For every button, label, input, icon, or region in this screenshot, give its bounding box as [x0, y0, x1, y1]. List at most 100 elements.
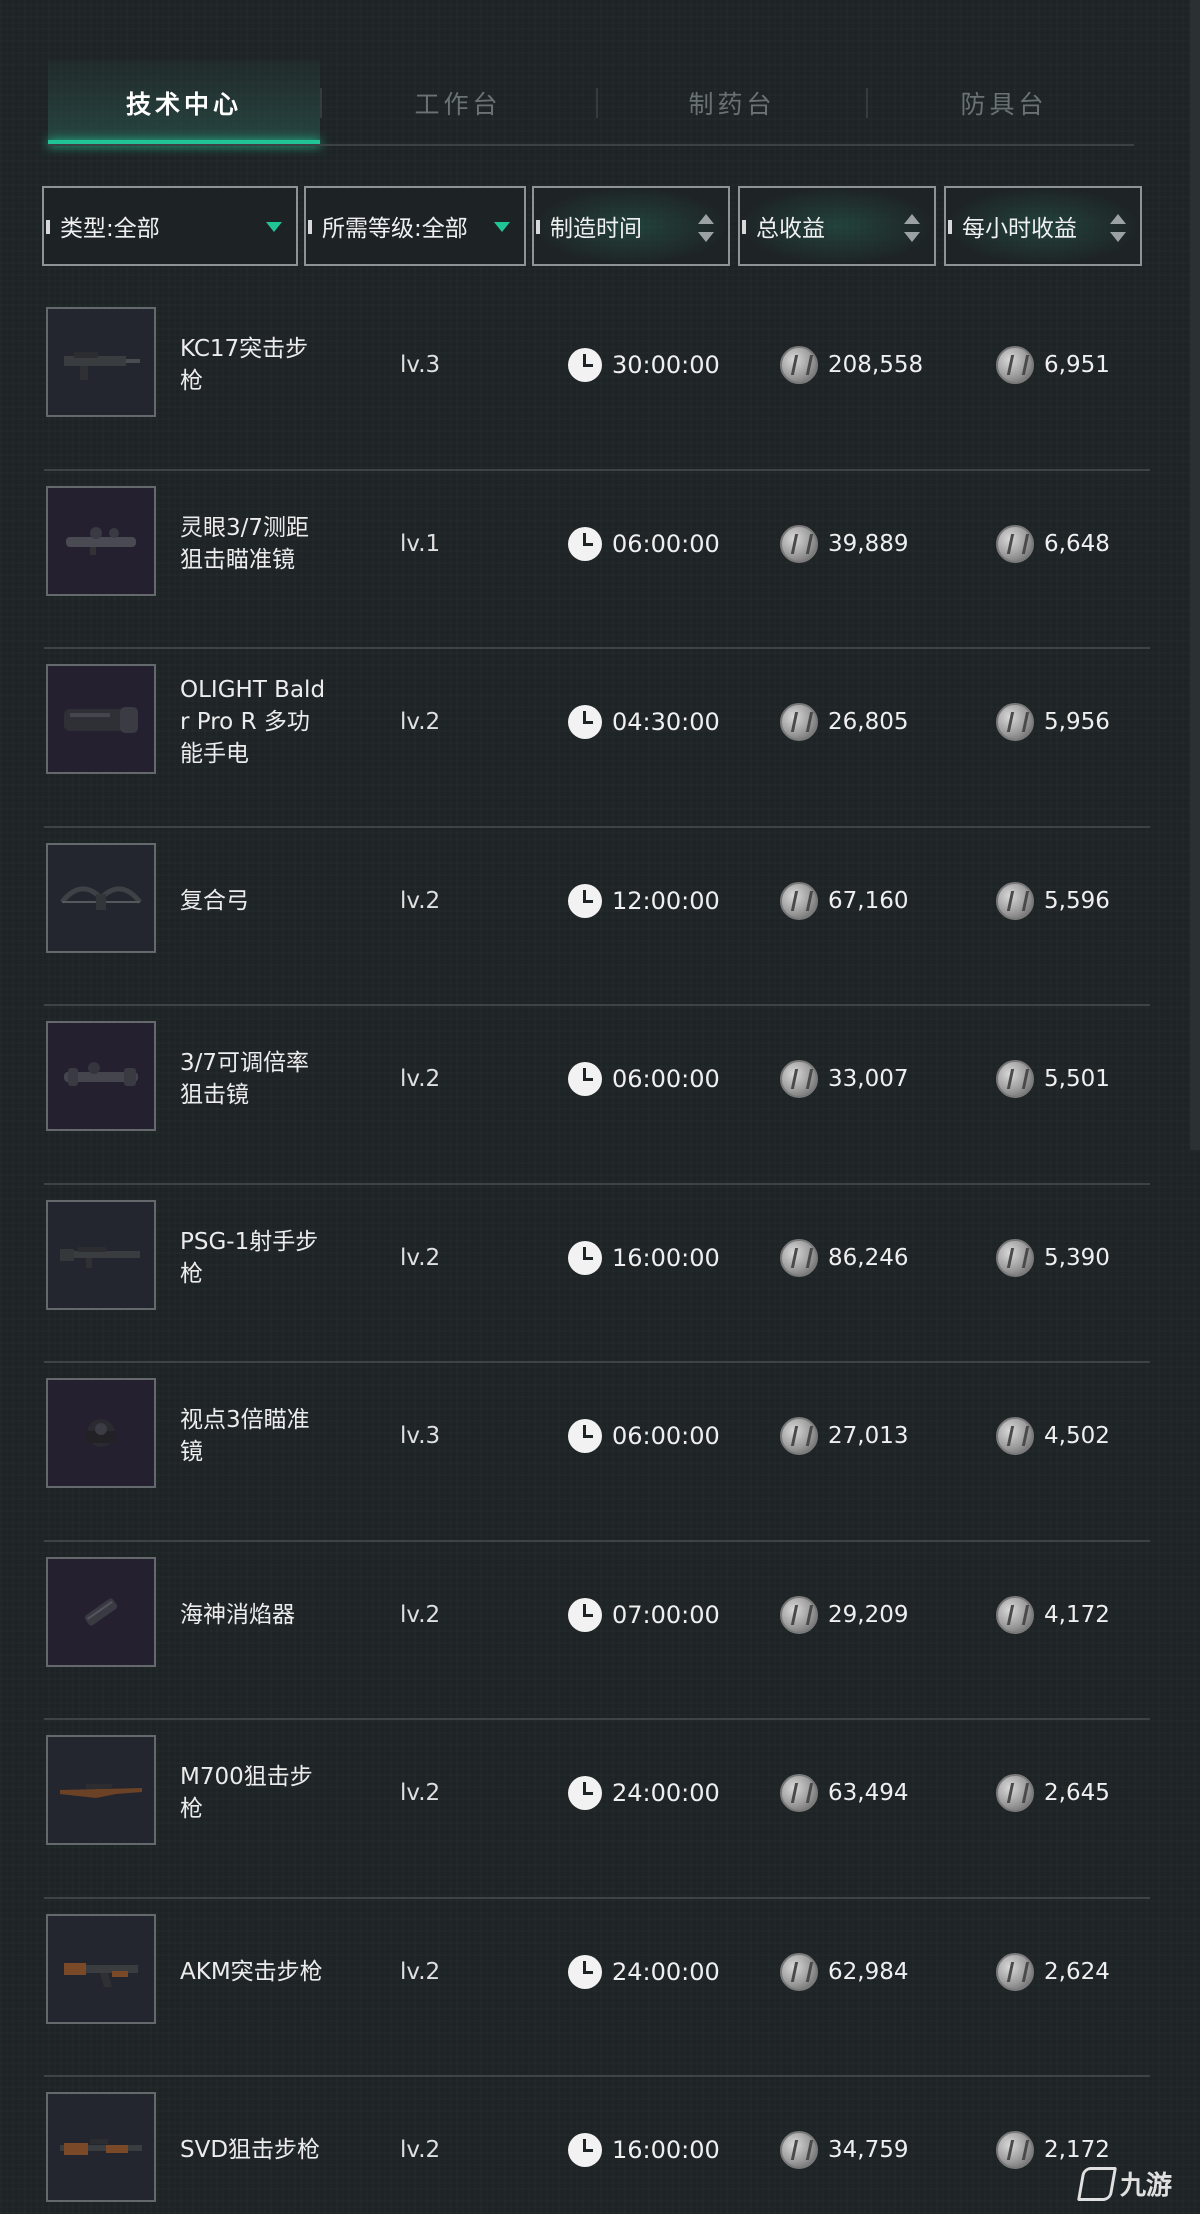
tab-tech-center[interactable]: 技术中心: [48, 60, 320, 146]
item-level: lv.2: [400, 1958, 441, 1985]
hourly-income-value: 2,645: [1044, 1780, 1110, 1806]
filter-marker: [948, 220, 952, 234]
coin-icon: [996, 1595, 1034, 1634]
craft-time: 07:00:00: [568, 1542, 720, 1688]
brand-logo-icon: [1076, 2166, 1117, 2201]
tab-bar: 技术中心 工作台 制药台 防具台: [48, 60, 1134, 146]
hourly-income: 4,172: [996, 1542, 1110, 1688]
craft-time-value: 06:00:00: [612, 1065, 720, 1093]
craft-time: 12:00:00: [568, 828, 720, 974]
list-item[interactable]: 3/7可调倍率狙击镜 lv.2 06:00:00 33,007 5,501: [44, 1006, 1150, 1185]
scope-icon: [66, 526, 136, 555]
craft-time: 24:00:00: [568, 1899, 720, 2045]
item-thumbnail: [46, 1735, 156, 1845]
hourly-income: 2,645: [996, 1720, 1110, 1866]
tab-armor-bench[interactable]: 防具台: [868, 60, 1140, 146]
craft-time-value: 06:00:00: [612, 1422, 720, 1450]
item-name: 复合弓: [180, 887, 249, 914]
filter-bar: 类型:全部 所需等级:全部 制造时间 总收益 每小时收益: [42, 186, 1142, 266]
list-item[interactable]: AKM突击步枪 lv.2 24:00:00 62,984 2,624: [44, 1899, 1150, 2077]
hourly-income-value: 5,596: [1044, 887, 1110, 914]
craft-time-value: 12:00:00: [612, 886, 720, 915]
item-level: lv.2: [400, 709, 441, 735]
item-name: M700狙击步枪: [180, 1764, 313, 1822]
level-filter-dropdown[interactable]: 所需等级:全部: [304, 186, 526, 266]
flashlight-icon: [64, 707, 138, 733]
hourly-income-value: 2,624: [1044, 1958, 1110, 1985]
total-income: 63,494: [780, 1720, 908, 1866]
total-income: 67,160: [780, 828, 908, 974]
item-thumbnail: [46, 1556, 156, 1667]
craft-time-value: 06:00:00: [612, 529, 720, 558]
scrollbar[interactable]: [1190, 0, 1200, 1150]
item-name: 海神消焰器: [180, 1601, 295, 1628]
coin-icon: [996, 2131, 1034, 2169]
craft-time-value: 24:00:00: [612, 1779, 720, 1807]
item-name: KC17突击步枪: [180, 336, 309, 394]
coin-icon: [996, 1060, 1034, 1098]
list-item[interactable]: 海神消焰器 lv.2 07:00:00 29,209 4,172: [44, 1542, 1150, 1720]
list-item[interactable]: PSG-1射手步枪 lv.2 16:00:00 86,246 5,390: [44, 1185, 1150, 1363]
chevron-down-icon: [494, 222, 510, 232]
item-thumbnail: [46, 1913, 156, 2024]
list-item[interactable]: 视点3倍瞄准镜 lv.3 06:00:00 27,013 4,502: [44, 1363, 1150, 1542]
item-thumbnail: [46, 664, 156, 774]
clock-icon: [568, 526, 602, 561]
coin-icon: [780, 1595, 818, 1634]
craft-time: 24:00:00: [568, 1720, 720, 1866]
total-income: 26,805: [780, 649, 908, 795]
craft-time: 16:00:00: [568, 1185, 720, 1331]
hourly-income-value: 6,951: [1044, 352, 1110, 378]
hourly-income-value: 4,172: [1044, 1601, 1110, 1628]
tab-pharmacy[interactable]: 制药台: [596, 60, 868, 146]
hourly-income-value: 2,172: [1044, 2137, 1110, 2163]
sort-label: 总收益: [756, 216, 825, 242]
filter-label: 类型:全部: [60, 216, 160, 242]
type-filter-dropdown[interactable]: 类型:全部: [42, 186, 298, 266]
list-item[interactable]: M700狙击步枪 lv.2 24:00:00 63,494 2,645: [44, 1720, 1150, 1899]
hourly-income-value: 5,390: [1044, 1244, 1110, 1271]
coin-icon: [780, 346, 818, 384]
sort-arrows-icon: [698, 214, 714, 242]
hourly-income: 6,951: [996, 292, 1110, 438]
item-level: lv.2: [400, 1780, 441, 1806]
clock-icon: [568, 883, 602, 918]
total-income: 34,759: [780, 2077, 908, 2214]
total-income-value: 63,494: [828, 1780, 909, 1806]
tab-label: 防具台: [960, 90, 1048, 119]
item-level: lv.2: [400, 1244, 441, 1271]
craft-time-value: 24:00:00: [612, 1957, 720, 1986]
filter-marker: [742, 220, 746, 234]
item-level: lv.3: [400, 352, 441, 378]
item-name: OLIGHT Baldr Pro R 多功能手电: [180, 677, 326, 767]
tab-workbench[interactable]: 工作台: [322, 60, 594, 146]
item-level: lv.3: [400, 1423, 441, 1449]
item-name: 灵眼3/7测距狙击瞄准镜: [180, 514, 310, 573]
list-item[interactable]: KC17突击步枪 lv.3 30:00:00 208,558 6,951: [44, 292, 1150, 471]
hourly-income: 4,502: [996, 1363, 1110, 1509]
hourly-income: 5,390: [996, 1185, 1110, 1331]
sniper-icon: [60, 1784, 142, 1798]
rifle-icon: [60, 1246, 140, 1268]
list-item[interactable]: 灵眼3/7测距狙击瞄准镜 lv.1 06:00:00 39,889 6,648: [44, 471, 1150, 649]
sort-craft-time-button[interactable]: 制造时间: [532, 186, 730, 266]
list-item[interactable]: SVD狙击步枪 lv.2 16:00:00 34,759 2,172: [44, 2077, 1150, 2214]
scope-icon: [64, 1062, 138, 1086]
sort-total-income-button[interactable]: 总收益: [738, 186, 936, 266]
craft-time: 06:00:00: [568, 1363, 720, 1509]
item-thumbnail: [46, 1199, 156, 1310]
tab-label: 制药台: [688, 90, 776, 119]
coin-icon: [780, 1238, 818, 1277]
hourly-income: 5,501: [996, 1006, 1110, 1152]
craft-time: 30:00:00: [568, 292, 720, 438]
total-income-value: 39,889: [828, 530, 909, 557]
item-name: AKM突击步枪: [180, 1958, 323, 1985]
hourly-income: 2,624: [996, 1899, 1110, 2045]
coin-icon: [780, 1774, 818, 1812]
watermark-text: 九游: [1119, 2171, 1172, 2201]
sort-label: 制造时间: [550, 216, 642, 242]
sort-hourly-income-button[interactable]: 每小时收益: [944, 186, 1142, 266]
craft-time: 04:30:00: [568, 649, 720, 795]
list-item[interactable]: 复合弓 lv.2 12:00:00 67,160 5,596: [44, 828, 1150, 1006]
list-item[interactable]: OLIGHT Baldr Pro R 多功能手电 lv.2 04:30:00 2…: [44, 649, 1150, 828]
